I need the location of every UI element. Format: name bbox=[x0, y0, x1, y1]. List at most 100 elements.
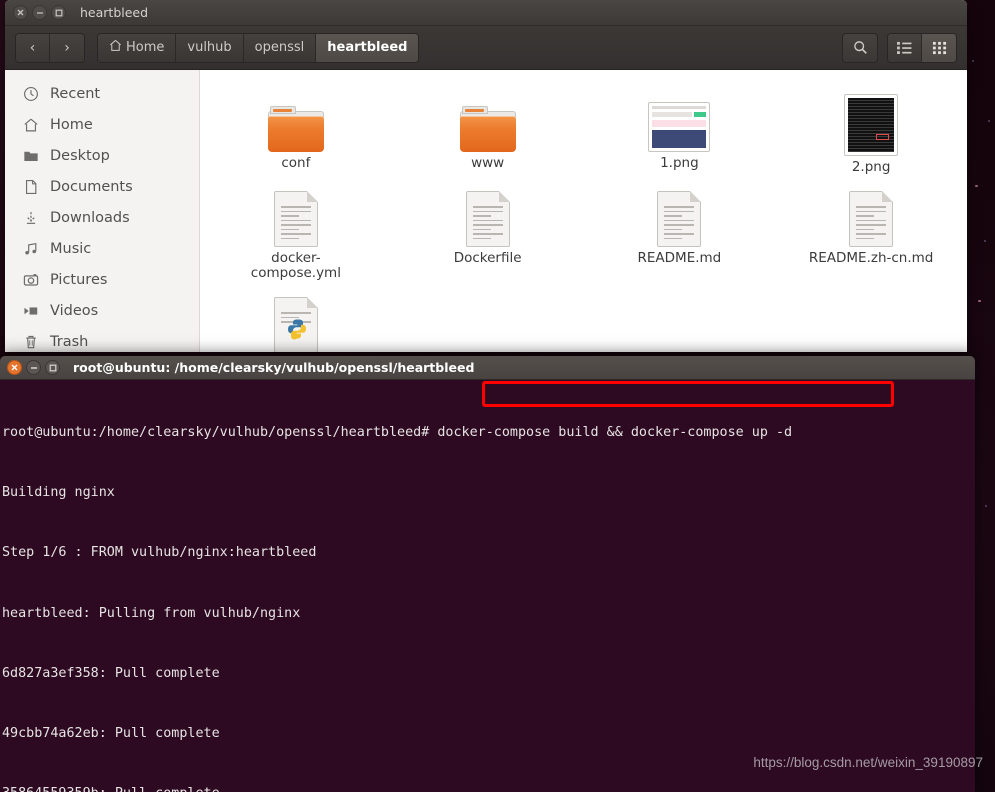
terminal-prompt-line: root@ubuntu:/home/clearsky/vulhub/openss… bbox=[2, 423, 975, 443]
download-icon bbox=[22, 209, 39, 226]
forward-button[interactable]: › bbox=[50, 33, 84, 62]
python-file-icon bbox=[264, 291, 328, 352]
watermark-text: https://blog.csdn.net/weixin_39190897 bbox=[753, 755, 983, 770]
toolbar-right-buttons bbox=[842, 32, 957, 63]
file-manager-window: heartbleed ‹ › Home vulhub openssl heart… bbox=[5, 0, 967, 352]
file-item-www[interactable]: www bbox=[392, 84, 584, 175]
file-item-conf[interactable]: conf bbox=[200, 84, 392, 175]
file-manager-body: Recent Home Desktop Documents Downloads … bbox=[5, 70, 967, 352]
sidebar-item-label: Videos bbox=[50, 302, 99, 319]
close-icon[interactable] bbox=[7, 360, 22, 375]
sidebar-item-label: Music bbox=[50, 240, 92, 257]
terminal-line: 6d827a3ef358: Pull complete bbox=[2, 665, 220, 681]
breadcrumb-item-openssl[interactable]: openssl bbox=[243, 33, 317, 62]
file-item-ssltest-py[interactable]: ssltest.py bbox=[200, 285, 392, 352]
window-controls bbox=[13, 5, 66, 20]
view-toggle-group bbox=[887, 32, 957, 63]
search-button-group bbox=[842, 32, 878, 63]
sidebar: Recent Home Desktop Documents Downloads … bbox=[5, 70, 200, 352]
document-icon bbox=[264, 185, 328, 247]
terminal-titlebar: root@ubuntu: /home/clearsky/vulhub/opens… bbox=[0, 356, 975, 380]
terminal-line: 35864559359b: Pull complete bbox=[2, 784, 975, 792]
sidebar-item-pictures[interactable]: Pictures bbox=[5, 264, 199, 295]
back-button[interactable]: ‹ bbox=[16, 33, 50, 62]
sidebar-item-documents[interactable]: Documents bbox=[5, 171, 199, 202]
file-label: README.zh-cn.md bbox=[808, 250, 934, 266]
file-label: README.md bbox=[637, 250, 722, 266]
breadcrumb-label: heartbleed bbox=[327, 40, 408, 55]
breadcrumb-label: Home bbox=[126, 40, 165, 55]
sidebar-item-videos[interactable]: Videos bbox=[5, 295, 199, 326]
sidebar-item-label: Pictures bbox=[50, 271, 108, 288]
breadcrumb-item-vulhub[interactable]: vulhub bbox=[176, 33, 244, 62]
terminal-line: heartbleed: Pulling from vulhub/nginx bbox=[2, 605, 301, 621]
close-icon[interactable] bbox=[13, 5, 28, 20]
sidebar-item-downloads[interactable]: Downloads bbox=[5, 202, 199, 233]
maximize-icon[interactable] bbox=[51, 5, 66, 20]
sidebar-item-trash[interactable]: Trash bbox=[5, 326, 199, 352]
folder-icon bbox=[264, 90, 328, 152]
document-icon bbox=[22, 178, 39, 195]
minimize-icon[interactable] bbox=[26, 360, 41, 375]
terminal-window: root@ubuntu: /home/clearsky/vulhub/opens… bbox=[0, 356, 975, 792]
file-label: Dockerfile bbox=[453, 250, 522, 266]
folder-icon bbox=[456, 90, 520, 152]
folder-icon bbox=[22, 147, 39, 164]
home-icon bbox=[109, 39, 122, 56]
breadcrumb-item-home[interactable]: Home bbox=[98, 33, 177, 62]
sidebar-item-label: Downloads bbox=[50, 209, 130, 226]
image-thumbnail-icon bbox=[839, 90, 903, 156]
video-icon bbox=[22, 302, 39, 319]
music-icon bbox=[22, 240, 39, 257]
minimize-icon[interactable] bbox=[32, 5, 47, 20]
camera-icon bbox=[22, 271, 39, 288]
sidebar-item-home[interactable]: Home bbox=[5, 109, 199, 140]
file-manager-toolbar: ‹ › Home vulhub openssl heartbleed bbox=[5, 26, 967, 70]
icon-grid: conf www 1.png 2.png docker-compose.yml … bbox=[200, 84, 967, 352]
file-label: 1.png bbox=[660, 155, 699, 171]
terminal-line: Building nginx bbox=[2, 485, 115, 501]
file-item-1png[interactable]: 1.png bbox=[584, 84, 776, 175]
image-thumbnail-icon bbox=[647, 90, 711, 152]
breadcrumb: Home vulhub openssl heartbleed bbox=[97, 32, 420, 63]
clock-icon bbox=[22, 85, 39, 102]
terminal-prompt: root@ubuntu:/home/clearsky/vulhub/openss… bbox=[2, 425, 438, 441]
file-label: docker-compose.yml bbox=[250, 250, 341, 281]
sidebar-item-desktop[interactable]: Desktop bbox=[5, 140, 199, 171]
breadcrumb-label: vulhub bbox=[187, 40, 232, 55]
terminal-line: 49cbb74a62eb: Pull complete bbox=[2, 725, 220, 741]
sidebar-item-music[interactable]: Music bbox=[5, 233, 199, 264]
document-icon bbox=[839, 185, 903, 247]
terminal-window-controls bbox=[7, 360, 60, 375]
sidebar-item-label: Trash bbox=[50, 333, 89, 350]
file-item-dockerfile[interactable]: Dockerfile bbox=[392, 179, 584, 281]
file-manager-title: heartbleed bbox=[80, 5, 149, 20]
maximize-icon[interactable] bbox=[45, 360, 60, 375]
file-item-2png[interactable]: 2.png bbox=[775, 84, 967, 175]
breadcrumb-item-heartbleed[interactable]: heartbleed bbox=[316, 33, 419, 62]
document-icon bbox=[647, 185, 711, 247]
file-label: 2.png bbox=[851, 159, 891, 175]
grid-view-icon[interactable] bbox=[922, 33, 956, 62]
sidebar-item-label: Recent bbox=[50, 85, 101, 102]
home-icon bbox=[22, 116, 39, 133]
terminal-command: docker-compose build && docker-compose u… bbox=[437, 425, 793, 441]
sidebar-item-recent[interactable]: Recent bbox=[5, 78, 199, 109]
terminal-output[interactable]: root@ubuntu:/home/clearsky/vulhub/openss… bbox=[0, 380, 975, 792]
nav-buttons: ‹ › bbox=[15, 32, 85, 63]
file-listing-area[interactable]: conf www 1.png 2.png docker-compose.yml … bbox=[200, 70, 967, 352]
file-item-docker-compose-yml[interactable]: docker-compose.yml bbox=[200, 179, 392, 281]
breadcrumb-label: openssl bbox=[254, 40, 305, 55]
sidebar-item-label: Home bbox=[50, 116, 93, 133]
file-label: www bbox=[471, 155, 505, 171]
file-manager-titlebar: heartbleed bbox=[5, 0, 967, 26]
terminal-line: Step 1/6 : FROM vulhub/nginx:heartbleed bbox=[2, 545, 317, 561]
sidebar-item-label: Documents bbox=[50, 178, 133, 195]
file-item-readme-md[interactable]: README.md bbox=[584, 179, 776, 281]
file-item-readme-zh-cn-md[interactable]: README.zh-cn.md bbox=[775, 179, 967, 281]
trash-icon bbox=[22, 333, 39, 350]
search-icon[interactable] bbox=[843, 33, 877, 62]
terminal-title: root@ubuntu: /home/clearsky/vulhub/opens… bbox=[73, 360, 475, 375]
sidebar-item-label: Desktop bbox=[50, 147, 110, 164]
list-view-icon[interactable] bbox=[888, 33, 922, 62]
